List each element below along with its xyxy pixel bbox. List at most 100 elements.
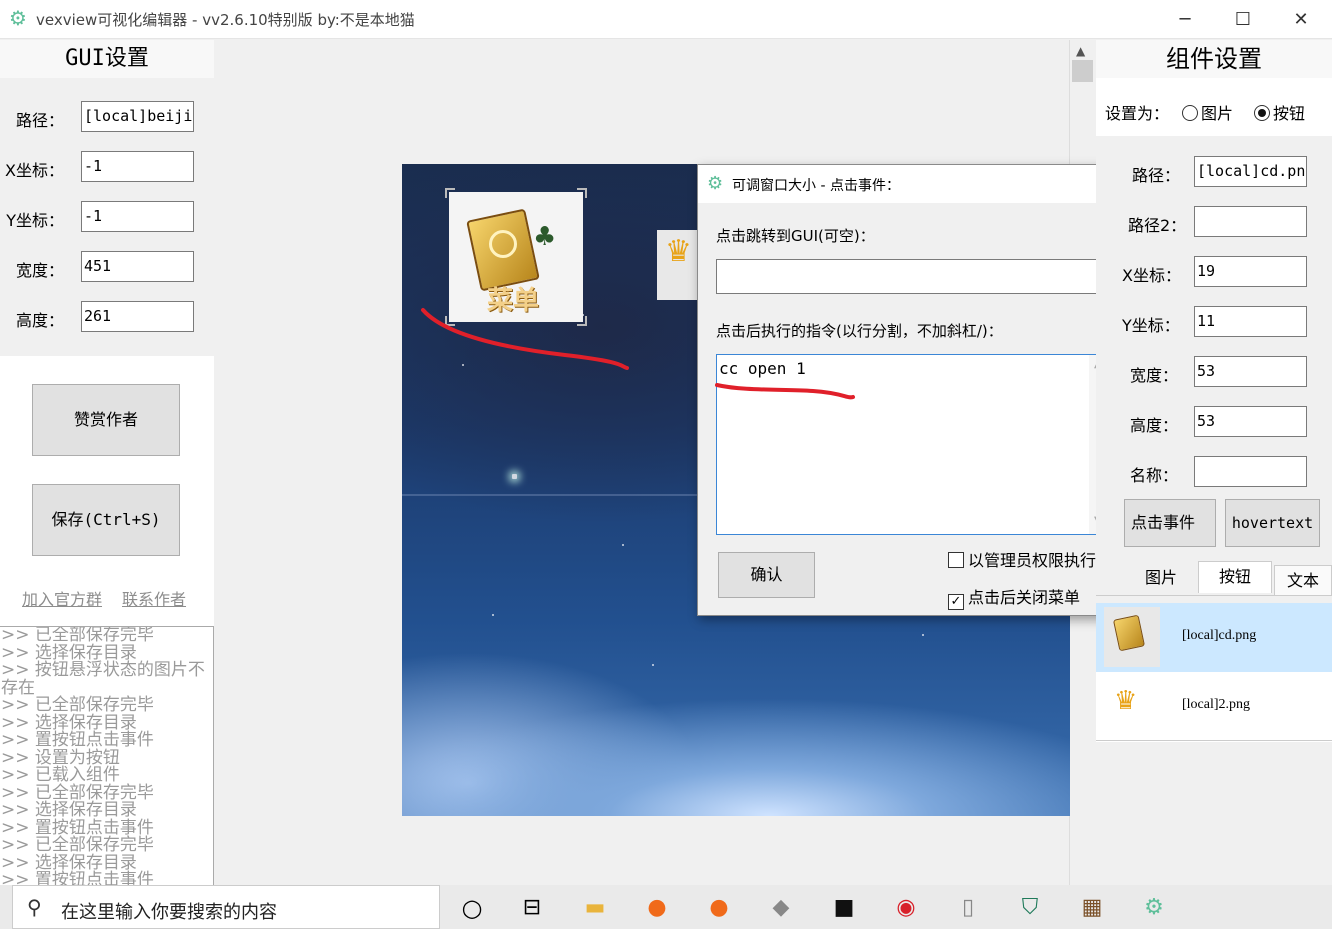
log-line: >> 已全部保存完毕 — [1, 695, 154, 715]
crown-component[interactable]: ♛ — [657, 230, 697, 300]
minimize-button[interactable]: ─ — [1156, 0, 1214, 39]
y-field[interactable]: -1 — [81, 201, 194, 232]
annotation-stroke — [421, 308, 629, 370]
gear-icon: ⚙ — [9, 6, 27, 30]
log-console[interactable]: >> 已全部保存完毕 >> 选择保存目录 >> 按钮悬浮状态的图片不 存在 >>… — [0, 626, 214, 885]
app-icon[interactable]: ◆ — [766, 893, 796, 923]
command-text: cc open 1 — [719, 359, 806, 378]
log-line: >> 置按钮点击事件 — [1, 870, 154, 885]
save-button[interactable]: 保存(Ctrl+S) — [32, 484, 180, 556]
log-line: >> 选择保存目录 — [1, 800, 137, 820]
path-field[interactable]: [local]beijing.png — [81, 101, 194, 132]
search-icon: ⚲ — [27, 895, 42, 919]
security-icon[interactable]: ⛉ — [1015, 893, 1045, 923]
component-height-field[interactable]: 53 — [1194, 406, 1307, 437]
dialog-title-bar: ⚙ 可调窗口大小 - 点击事件： ✕ — [698, 165, 1130, 203]
list-item[interactable]: [local]cd.png — [1096, 603, 1332, 673]
log-line: >> 已全部保存完毕 — [1, 835, 154, 855]
list-item[interactable]: ♛ [local]2.png — [1096, 672, 1332, 742]
gear-icon: ⚙ — [707, 173, 724, 194]
goto-gui-input[interactable] — [716, 259, 1109, 294]
scroll-up-icon[interactable]: ▲ — [1076, 44, 1085, 58]
click-event-dialog: ⚙ 可调窗口大小 - 点击事件： ✕ 点击跳转到GUI(可空)： 点击后执行的指… — [697, 164, 1131, 616]
component-name-field[interactable] — [1194, 456, 1307, 487]
radio-image[interactable]: 图片 — [1182, 100, 1233, 124]
path-label: 路径： — [1132, 166, 1181, 185]
component-x-field[interactable]: 19 — [1194, 256, 1307, 287]
click-event-button[interactable]: 点击事件 — [1124, 499, 1216, 547]
hovertext-button[interactable]: hovertext — [1225, 499, 1320, 547]
crown-thumbnail-icon: ♛ — [1114, 686, 1138, 716]
cortana-icon[interactable]: ○ — [457, 893, 487, 923]
x-label: X坐标： — [5, 161, 64, 180]
radio-image-label: 图片 — [1201, 104, 1234, 123]
height-label: 高度： — [1130, 416, 1179, 435]
component-width-field[interactable]: 53 — [1194, 356, 1307, 387]
gear-icon[interactable]: ⚙ — [1139, 893, 1169, 923]
cd-thumbnail-icon — [1104, 607, 1160, 667]
radio-button[interactable]: 按钮 — [1254, 100, 1305, 124]
close-menu-checkbox[interactable]: ✓ — [948, 594, 964, 610]
goto-gui-label: 点击跳转到GUI(可空)： — [716, 227, 875, 245]
gui-settings-title: GUI设置 — [0, 40, 214, 78]
close-button[interactable]: ✕ — [1272, 0, 1330, 39]
firefox-icon[interactable]: ● — [704, 893, 734, 923]
firefox-icon[interactable]: ● — [642, 893, 672, 923]
component-settings-title: 组件设置 — [1096, 40, 1332, 78]
tab-text[interactable]: 文本 — [1274, 565, 1332, 597]
taskbar-search-box[interactable]: ⚲ 在这里输入你要搜索的内容 — [12, 885, 440, 929]
width-label: 宽度： — [15, 261, 64, 280]
scroll-thumb[interactable] — [1072, 60, 1093, 82]
title-bar: ⚙ vexview可视化编辑器 - vv2.6.10特别版 by:不是本地猫 ─… — [0, 0, 1332, 39]
log-line: >> 已载入组件 — [1, 765, 120, 785]
log-line: >> 按钮悬浮状态的图片不 — [1, 660, 205, 680]
maximize-button[interactable]: ☐ — [1214, 0, 1272, 39]
log-line: >> 置按钮点击事件 — [1, 730, 154, 750]
height-label: 高度： — [15, 311, 64, 330]
contact-author-link[interactable]: 联系作者 — [122, 586, 186, 610]
x-field[interactable]: -1 — [81, 151, 194, 182]
radio-button-circle[interactable] — [1254, 105, 1270, 121]
height-field[interactable]: 261 — [81, 301, 194, 332]
close-menu-checkbox-row[interactable]: ✓ 点击后关闭菜单 — [948, 584, 1080, 610]
set-as-label: 设置为： — [1105, 104, 1170, 123]
task-view-icon[interactable]: ⊟ — [517, 893, 547, 923]
radio-button-label: 按钮 — [1273, 104, 1306, 123]
window-title: vexview可视化编辑器 - vv2.6.10特别版 by:不是本地猫 — [36, 11, 415, 29]
log-line: >> 已全部保存完毕 — [1, 626, 154, 645]
close-menu-checkbox-label: 点击后关闭菜单 — [968, 588, 1081, 607]
taskbar: ⚲ 在这里输入你要搜索的内容 ○ ⊟ ▬ ● ● ◆ ■ ◉ ▯ ⛉ ▦ ⚙ — [0, 885, 1332, 929]
width-label: 宽度： — [1130, 366, 1179, 385]
donate-button[interactable]: 赞赏作者 — [32, 384, 180, 456]
file-explorer-icon[interactable]: ▬ — [580, 893, 610, 923]
radio-image-circle[interactable] — [1182, 105, 1198, 121]
tab-button[interactable]: 按钮 — [1198, 561, 1272, 593]
file-icon[interactable]: ▯ — [953, 893, 983, 923]
terminal-icon[interactable]: ■ — [829, 893, 859, 923]
admin-checkbox-row[interactable]: 以管理员权限执行 — [948, 547, 1096, 571]
path2-label: 路径2： — [1128, 216, 1187, 235]
admin-checkbox[interactable] — [948, 552, 964, 568]
list-item-label: [local]2.png — [1182, 697, 1251, 712]
x-label: X坐标： — [1122, 266, 1181, 285]
tab-image[interactable]: 图片 — [1124, 563, 1198, 595]
component-path2-field[interactable] — [1194, 206, 1307, 237]
minecraft-icon[interactable]: ▦ — [1077, 893, 1107, 923]
name-label: 名称： — [1130, 466, 1179, 485]
component-settings-panel: 组件设置 设置为： 图片 按钮 路径： [local]cd.png 路径2： X… — [1096, 40, 1332, 885]
dialog-title: 可调窗口大小 - 点击事件： — [732, 178, 900, 194]
component-y-field[interactable]: 11 — [1194, 306, 1307, 337]
crown-icon: ♛ — [665, 234, 692, 269]
y-label: Y坐标： — [1122, 316, 1180, 335]
join-group-link[interactable]: 加入官方群 — [22, 586, 102, 610]
y-label: Y坐标： — [6, 211, 64, 230]
list-item-label: [local]cd.png — [1182, 628, 1257, 643]
component-path-field[interactable]: [local]cd.png — [1194, 156, 1307, 187]
pine-icon: ♣ — [533, 222, 557, 252]
width-field[interactable]: 451 — [81, 251, 194, 282]
path-label: 路径： — [15, 111, 64, 130]
annotation-stroke — [715, 383, 855, 400]
confirm-button[interactable]: 确认 — [718, 552, 815, 598]
netease-music-icon[interactable]: ◉ — [891, 893, 921, 923]
search-placeholder: 在这里输入你要搜索的内容 — [61, 902, 277, 923]
